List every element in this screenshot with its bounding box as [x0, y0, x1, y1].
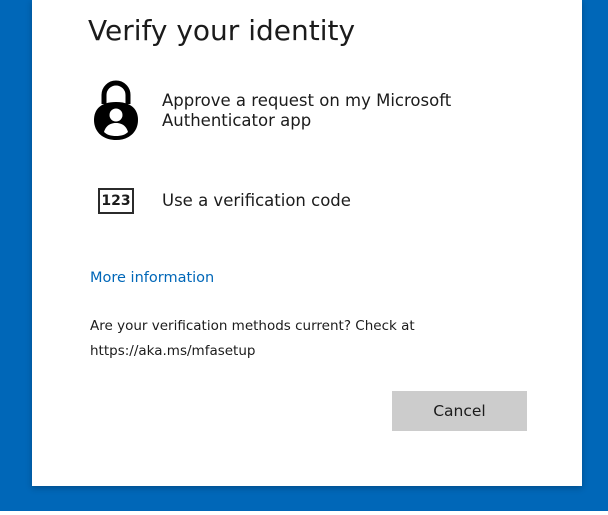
verification-code-icon: 123	[88, 181, 144, 221]
authenticator-lock-icon	[88, 79, 144, 143]
verification-methods-notice: Are your verification methods current? C…	[90, 314, 490, 364]
dialog-title: Verify your identity	[88, 14, 356, 47]
notice-line-2: https://aka.ms/mfasetup	[90, 343, 256, 359]
bottom-edge-strip	[0, 511, 608, 515]
verification-code-icon-text: 123	[98, 188, 134, 214]
more-information-link[interactable]: More information	[90, 270, 214, 286]
notice-line-1: Are your verification methods current? C…	[90, 318, 415, 334]
cancel-button[interactable]: Cancel	[392, 391, 527, 431]
option-authenticator-app[interactable]: Approve a request on my Microsoft Authen…	[88, 79, 528, 143]
option-authenticator-label: Approve a request on my Microsoft Authen…	[162, 91, 452, 130]
option-verification-code-label: Use a verification code	[162, 191, 351, 210]
verify-identity-dialog: Verify your identity Approve a request o…	[32, 0, 582, 486]
option-verification-code[interactable]: 123 Use a verification code	[88, 181, 528, 221]
